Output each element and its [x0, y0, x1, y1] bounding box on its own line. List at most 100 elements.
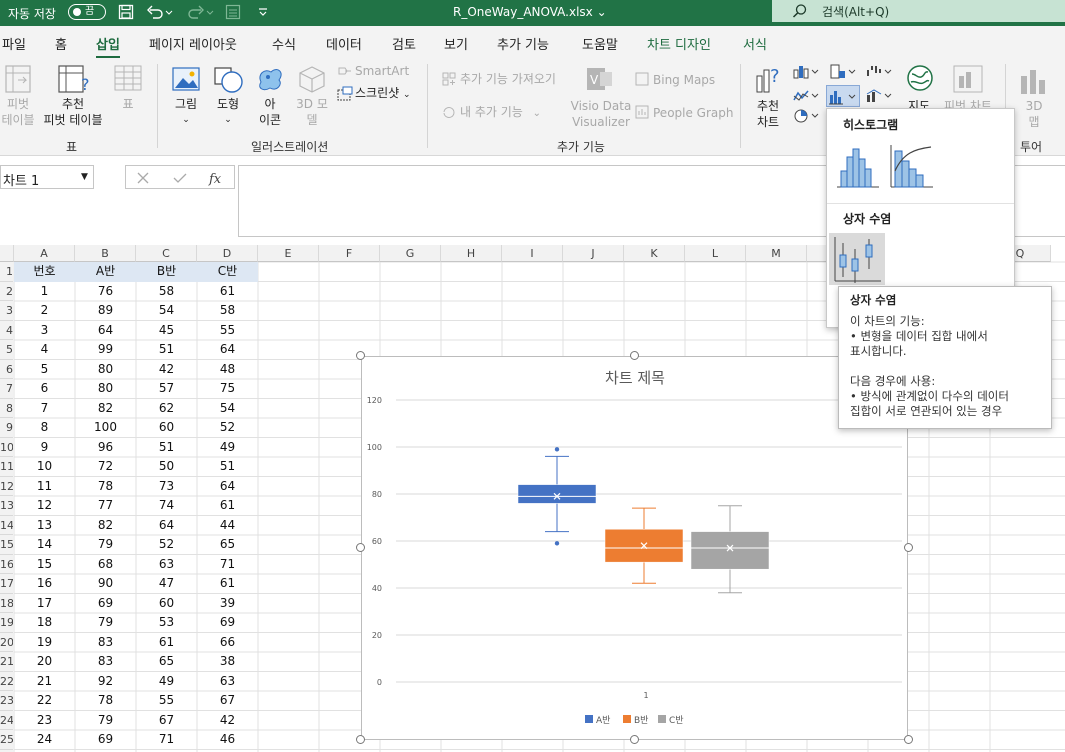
waterfall-chart-icon[interactable]	[866, 64, 894, 80]
table-button[interactable]: 표	[113, 96, 143, 112]
row-header[interactable]: 13	[0, 496, 13, 516]
resize-handle[interactable]	[904, 735, 913, 744]
row-header[interactable]: 15	[0, 535, 13, 555]
data-cell[interactable]: 78	[75, 477, 136, 497]
data-cell[interactable]: 72	[75, 457, 136, 477]
undo-icon[interactable]	[146, 4, 174, 20]
box-whisker-option[interactable]	[829, 233, 885, 285]
data-cell[interactable]: 17	[14, 594, 75, 614]
row-header[interactable]: 25	[0, 730, 13, 750]
column-header-l[interactable]: L	[685, 245, 746, 262]
data-cell[interactable]: 20	[14, 652, 75, 672]
data-cell[interactable]: 80	[75, 360, 136, 380]
pie-chart-icon[interactable]	[793, 108, 821, 124]
data-cell[interactable]: 60	[136, 594, 197, 614]
recommended-pivot-button[interactable]: 추천 피벗 테이블	[38, 96, 108, 128]
row-header[interactable]: 19	[0, 613, 13, 633]
tab-view[interactable]: 보기	[444, 34, 468, 53]
line-chart-icon[interactable]	[793, 88, 821, 104]
screenshot-button[interactable]: 스크린샷 ⌄	[355, 85, 411, 103]
data-cell[interactable]: 62	[136, 399, 197, 419]
column-header-i[interactable]: I	[502, 245, 563, 262]
data-cell[interactable]: 14	[14, 535, 75, 555]
column-header-b[interactable]: B	[75, 245, 136, 262]
data-cell[interactable]: 78	[75, 691, 136, 711]
data-cell[interactable]: 63	[197, 672, 258, 692]
form-icon[interactable]	[225, 4, 241, 20]
data-cell[interactable]: 77	[75, 496, 136, 516]
header-cell[interactable]: C반	[197, 262, 258, 282]
row-header[interactable]: 1	[0, 262, 13, 282]
column-chart-icon[interactable]	[793, 64, 821, 80]
data-cell[interactable]: 100	[75, 418, 136, 438]
row-header[interactable]: 24	[0, 710, 13, 730]
data-cell[interactable]: 46	[197, 730, 258, 750]
data-cell[interactable]: 58	[197, 301, 258, 321]
data-cell[interactable]: 54	[197, 399, 258, 419]
data-cell[interactable]: 69	[75, 594, 136, 614]
data-cell[interactable]: 69	[197, 613, 258, 633]
resize-handle[interactable]	[356, 351, 365, 360]
data-cell[interactable]: 45	[136, 321, 197, 341]
insert-function-icon[interactable]: fx	[208, 170, 226, 186]
map3d-button[interactable]: 3D 맵	[1018, 98, 1050, 130]
row-header[interactable]: 7	[0, 379, 13, 399]
row-header[interactable]: 17	[0, 574, 13, 594]
redo-icon[interactable]	[187, 4, 215, 20]
smartart-button[interactable]: SmartArt	[355, 63, 409, 79]
data-cell[interactable]: 82	[75, 516, 136, 536]
row-header[interactable]: 6	[0, 359, 13, 379]
data-cell[interactable]: 13	[14, 516, 75, 536]
column-header-j[interactable]: J	[563, 245, 624, 262]
data-cell[interactable]: 22	[14, 691, 75, 711]
tab-format[interactable]: 서식	[743, 34, 767, 53]
my-addins-button[interactable]: 내 추가 기능 ⌄	[460, 104, 541, 122]
data-cell[interactable]: 64	[197, 340, 258, 360]
data-cell[interactable]: 71	[136, 730, 197, 750]
resize-handle[interactable]	[630, 351, 639, 360]
data-cell[interactable]: 68	[75, 555, 136, 575]
get-addins-button[interactable]: 추가 기능 가져오기	[460, 71, 556, 87]
model3d-button[interactable]: 3D 모델	[293, 96, 331, 128]
data-cell[interactable]: 8	[14, 418, 75, 438]
data-cell[interactable]: 79	[75, 711, 136, 731]
data-cell[interactable]: 12	[14, 496, 75, 516]
column-header-k[interactable]: K	[624, 245, 685, 262]
data-cell[interactable]: 74	[136, 496, 197, 516]
header-cell[interactable]: 번호	[14, 262, 75, 282]
data-cell[interactable]: 44	[197, 516, 258, 536]
header-cell[interactable]: A반	[75, 262, 136, 282]
data-cell[interactable]: 83	[75, 652, 136, 672]
tab-addins[interactable]: 추가 기능	[497, 34, 549, 53]
data-cell[interactable]: 96	[75, 438, 136, 458]
data-cell[interactable]: 42	[197, 711, 258, 731]
row-header[interactable]: 2	[0, 281, 13, 301]
data-cell[interactable]: 57	[136, 379, 197, 399]
row-header[interactable]: 4	[0, 320, 13, 340]
data-cell[interactable]: 80	[75, 379, 136, 399]
data-cell[interactable]: 42	[136, 360, 197, 380]
data-cell[interactable]: 49	[197, 438, 258, 458]
visio-button[interactable]: Visio Data Visualizer	[570, 98, 632, 130]
data-cell[interactable]: 69	[75, 730, 136, 750]
data-cell[interactable]: 2	[14, 301, 75, 321]
name-box[interactable]: 차트 1 ▼	[0, 165, 94, 189]
save-icon[interactable]	[118, 4, 134, 20]
data-cell[interactable]: 75	[197, 379, 258, 399]
data-cell[interactable]: 66	[197, 633, 258, 653]
data-cell[interactable]: 11	[14, 477, 75, 497]
data-cell[interactable]: 54	[136, 301, 197, 321]
people-graph-button[interactable]: People Graph	[653, 105, 734, 121]
hierarchy-chart-icon[interactable]	[830, 64, 858, 80]
histogram-icon[interactable]	[835, 141, 881, 189]
header-cell[interactable]: B반	[136, 262, 197, 282]
column-header-f[interactable]: F	[319, 245, 380, 262]
tab-page-layout[interactable]: 페이지 레이아웃	[149, 34, 237, 53]
data-cell[interactable]: 64	[136, 516, 197, 536]
row-header[interactable]: 16	[0, 554, 13, 574]
row-header[interactable]: 14	[0, 515, 13, 535]
data-cell[interactable]: 48	[197, 360, 258, 380]
data-cell[interactable]: 58	[136, 282, 197, 302]
row-header[interactable]: 18	[0, 593, 13, 613]
data-cell[interactable]: 23	[14, 711, 75, 731]
